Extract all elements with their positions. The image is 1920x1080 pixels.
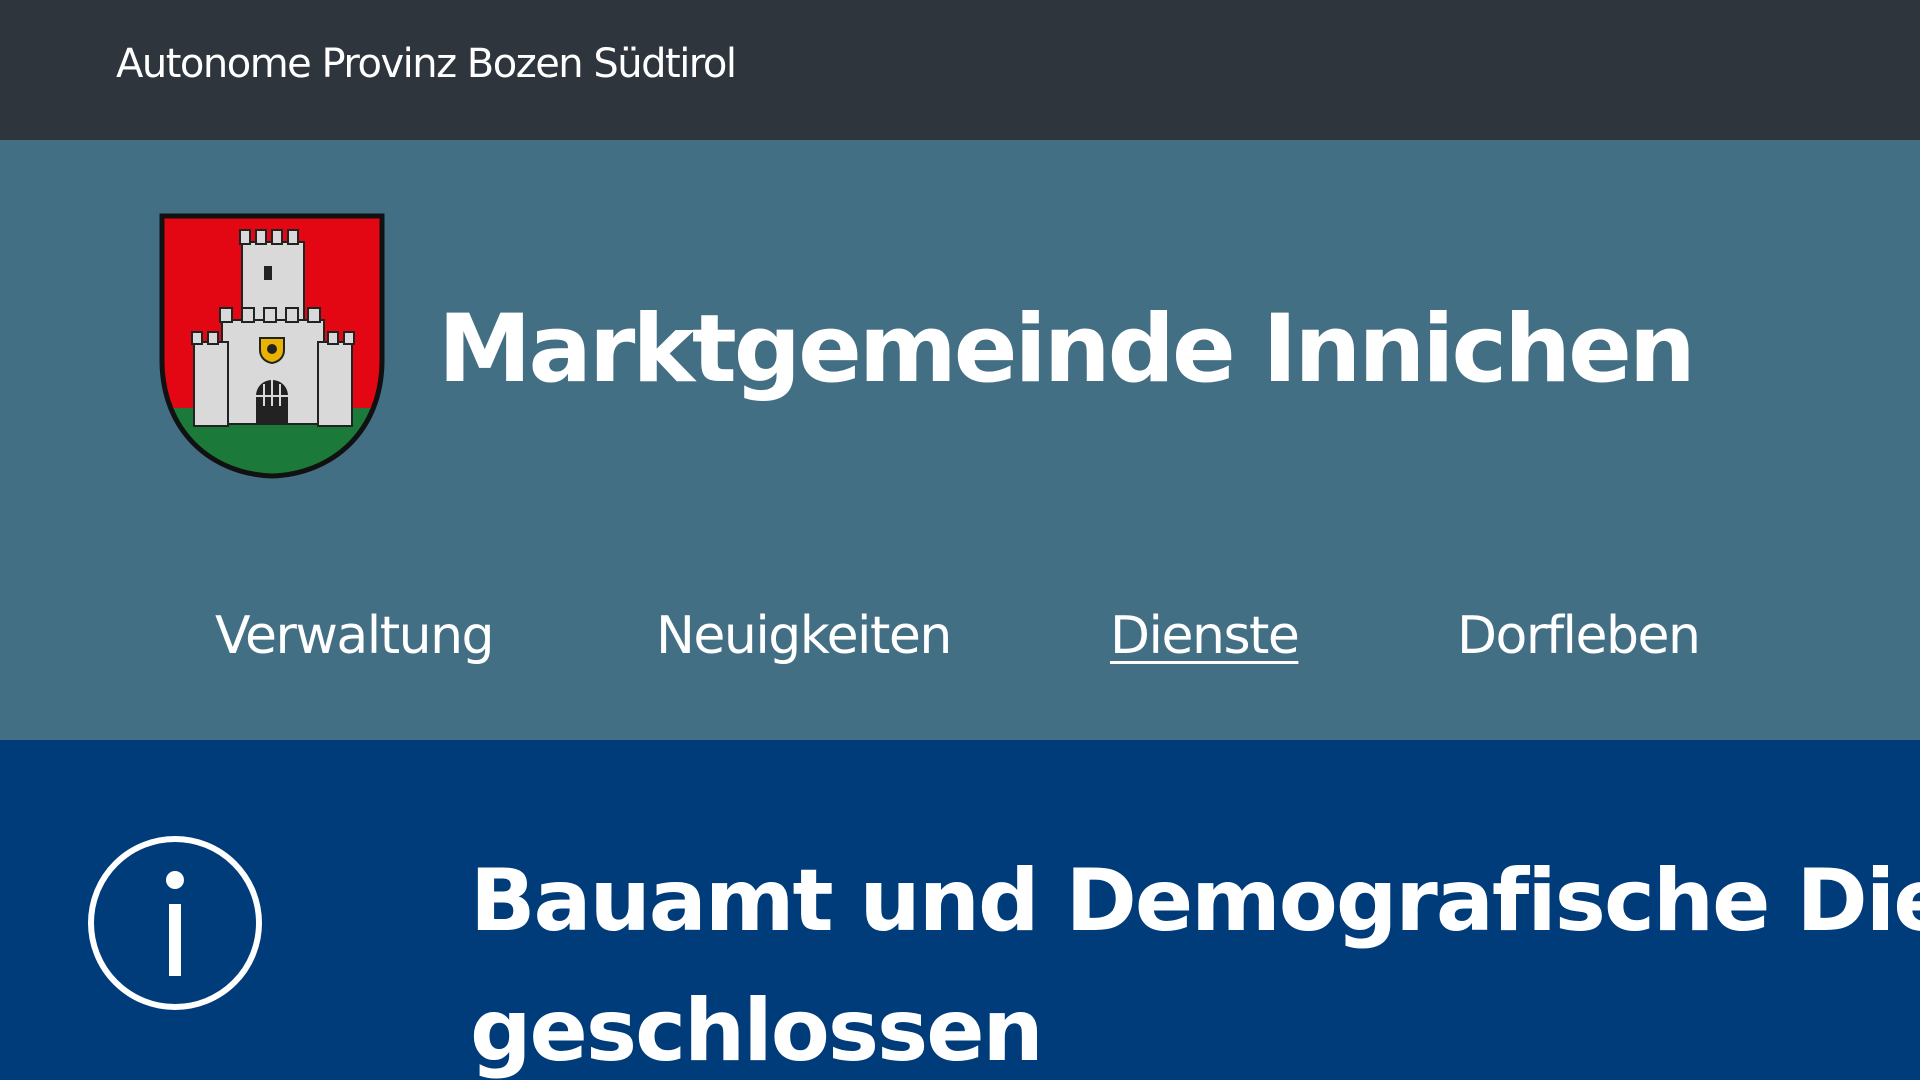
nav-item-neuigkeiten[interactable]: Neuigkeiten — [656, 596, 952, 676]
nav-item-verwaltung[interactable]: Verwaltung — [215, 596, 495, 676]
logo-link[interactable] — [156, 210, 388, 482]
nav-item-dorfleben[interactable]: Dorfleben — [1457, 596, 1701, 676]
coat-of-arms-icon — [159, 213, 385, 479]
alert-title: Bauamt und Demografische Dienste geschlo… — [470, 851, 1920, 1080]
site-header: Marktgemeinde Innichen Verwaltung Neuigk… — [0, 140, 1920, 740]
region-link[interactable]: Autonome Provinz Bozen Südtirol — [116, 36, 737, 92]
nav-item-dienste[interactable]: Dienste — [1110, 596, 1300, 676]
site-title[interactable]: Marktgemeinde Innichen — [438, 290, 1696, 410]
top-bar: Autonome Provinz Bozen Südtirol — [0, 0, 1920, 140]
page: Autonome Provinz Bozen Südtirol Marktgem… — [0, 0, 1920, 1080]
info-icon — [88, 836, 262, 1010]
main-navigation: Verwaltung Neuigkeiten Dienste Dorfleben — [0, 596, 1920, 676]
alert-banner: Bauamt und Demografische Dienste geschlo… — [0, 740, 1920, 1080]
